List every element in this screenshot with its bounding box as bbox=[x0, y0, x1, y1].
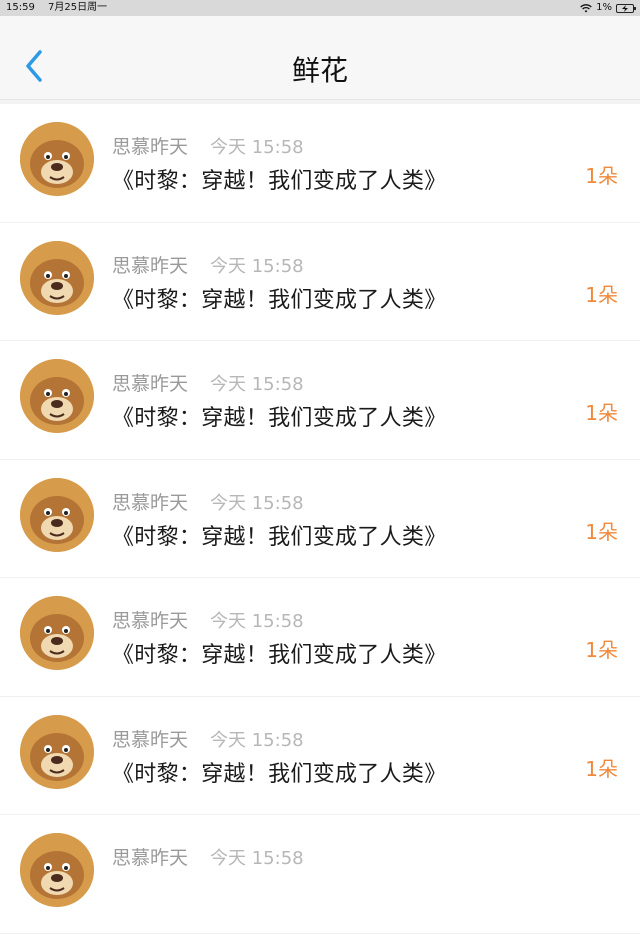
bear-avatar-icon bbox=[20, 122, 94, 196]
flower-count: 1朵 bbox=[585, 164, 618, 188]
status-date: 7月25日周一 bbox=[48, 2, 108, 13]
user-name: 思慕昨天 bbox=[112, 847, 189, 869]
flower-count: 1朵 bbox=[585, 401, 618, 425]
bear-avatar-icon bbox=[20, 596, 94, 670]
user-name: 思慕昨天 bbox=[112, 373, 189, 395]
book-title: 《时黎：穿越！我们变成了人类》 bbox=[112, 524, 447, 550]
bear-avatar-icon bbox=[20, 714, 94, 789]
bear-avatar-icon bbox=[20, 833, 94, 907]
avatar bbox=[20, 833, 94, 907]
status-bar: 15:59 7月25日周一 1% bbox=[0, 0, 640, 16]
wifi-icon bbox=[580, 3, 592, 12]
gift-time: 今天 15:58 bbox=[210, 374, 304, 395]
avatar bbox=[20, 122, 94, 196]
status-time: 15:59 bbox=[6, 2, 35, 13]
gift-time: 今天 15:58 bbox=[210, 255, 304, 277]
flower-count: 1朵 bbox=[585, 519, 618, 544]
avatar bbox=[20, 596, 94, 670]
avatar bbox=[20, 477, 94, 552]
list-item[interactable]: 思慕昨天 今天 15:58 《时黎：穿越！我们变成了人类》 1朵 bbox=[0, 222, 640, 341]
book-title: 《时黎：穿越！我们变成了人类》 bbox=[112, 761, 447, 787]
list-item[interactable]: 思慕昨天 今天 15:58 bbox=[0, 815, 640, 934]
battery-percent: 1% bbox=[596, 2, 612, 13]
gift-time: 今天 15:58 bbox=[210, 611, 304, 632]
gift-time: 今天 15:58 bbox=[210, 492, 304, 514]
user-name: 思慕昨天 bbox=[112, 136, 189, 158]
flower-count: 1朵 bbox=[585, 282, 618, 307]
bear-avatar-icon bbox=[20, 240, 94, 315]
bear-avatar-icon bbox=[20, 477, 94, 552]
user-name: 思慕昨天 bbox=[112, 728, 189, 751]
list-item[interactable]: 思慕昨天 今天 15:58 《时黎：穿越！我们变成了人类》 1朵 bbox=[0, 578, 640, 697]
page-title: 鲜花 bbox=[291, 54, 348, 87]
avatar bbox=[20, 359, 94, 433]
avatar bbox=[20, 714, 94, 789]
battery-icon bbox=[616, 3, 636, 13]
flower-count: 1朵 bbox=[585, 638, 618, 662]
gift-time: 今天 15:58 bbox=[210, 729, 304, 751]
list-item[interactable]: 思慕昨天 今天 15:58 《时黎：穿越！我们变成了人类》 1朵 bbox=[0, 341, 640, 460]
book-title: 《时黎：穿越！我们变成了人类》 bbox=[112, 643, 447, 668]
status-right: 1% bbox=[580, 0, 636, 16]
status-left: 15:59 7月25日周一 bbox=[6, 0, 117, 16]
book-title: 《时黎：穿越！我们变成了人类》 bbox=[112, 406, 447, 431]
list-item[interactable]: 思慕昨天 今天 15:58 《时黎：穿越！我们变成了人类》 1朵 bbox=[0, 459, 640, 578]
bear-avatar-icon bbox=[20, 359, 94, 433]
gift-time: 今天 15:58 bbox=[210, 848, 304, 869]
user-name: 思慕昨天 bbox=[112, 491, 189, 514]
book-title: 《时黎：穿越！我们变成了人类》 bbox=[112, 169, 447, 194]
flower-count: 1朵 bbox=[585, 756, 618, 781]
navigation-bar: 鲜花 bbox=[0, 16, 640, 100]
user-name: 思慕昨天 bbox=[112, 254, 189, 277]
user-name: 思慕昨天 bbox=[112, 610, 189, 632]
flower-record-list: 思慕昨天 今天 15:58 《时黎：穿越！我们变成了人类》 1朵 思慕昨天 今天… bbox=[0, 104, 640, 934]
book-title: 《时黎：穿越！我们变成了人类》 bbox=[112, 287, 447, 313]
avatar bbox=[20, 240, 94, 315]
list-item[interactable]: 思慕昨天 今天 15:58 《时黎：穿越！我们变成了人类》 1朵 bbox=[0, 104, 640, 223]
gift-time: 今天 15:58 bbox=[210, 137, 304, 158]
list-item[interactable]: 思慕昨天 今天 15:58 《时黎：穿越！我们变成了人类》 1朵 bbox=[0, 696, 640, 815]
